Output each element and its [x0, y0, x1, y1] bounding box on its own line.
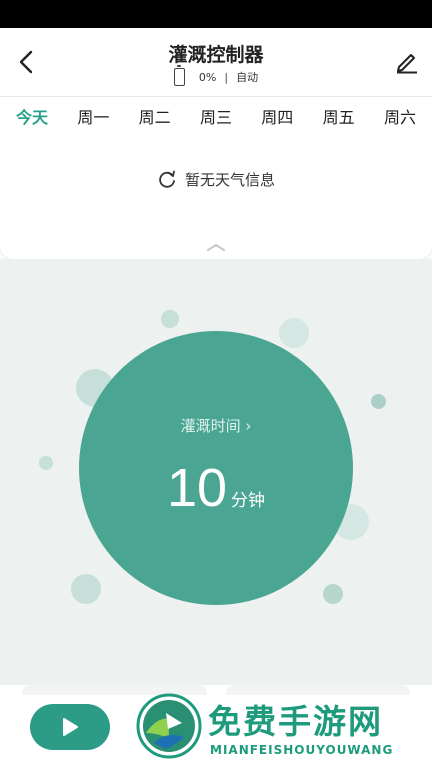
duration-unit: 分钟 — [231, 491, 266, 511]
irrigation-duration: 10 分钟 — [79, 457, 353, 519]
decor-bubble — [161, 310, 179, 328]
mode-label: 自动 — [236, 71, 259, 84]
watermark: 免费手游网 MIANFEISHOUYOUWANG — [136, 693, 426, 763]
weather-card: 暂无天气信息 — [0, 135, 432, 259]
page-title: 灌溉控制器 — [168, 44, 264, 66]
decor-bubble — [39, 456, 53, 470]
start-irrigation-button[interactable] — [30, 704, 110, 750]
pencil-icon — [397, 54, 417, 74]
irrigation-panel: 灌溉时间 › 10 分钟 — [0, 259, 432, 685]
battery-icon — [173, 65, 185, 86]
top-nav-bar: 灌溉控制器 0% | 自动 — [0, 28, 432, 96]
decor-bubble — [371, 394, 386, 409]
edit-button[interactable] — [394, 48, 420, 74]
status-separator: | — [224, 70, 229, 84]
tab-thursday[interactable]: 周四 — [257, 104, 297, 128]
decor-bubble — [323, 584, 343, 604]
chevron-up-icon[interactable] — [205, 241, 227, 253]
play-icon — [63, 718, 78, 736]
tab-monday[interactable]: 周一 — [73, 104, 113, 128]
battery-level: 0% — [198, 70, 217, 84]
device-status: 0% | 自动 — [0, 65, 432, 86]
watermark-logo-icon — [136, 693, 202, 759]
irrigation-time-link[interactable]: 灌溉时间 › — [79, 415, 353, 436]
irrigation-time-label: 灌溉时间 — [180, 417, 241, 435]
tab-friday[interactable]: 周五 — [319, 104, 359, 128]
decor-bubble — [71, 574, 101, 604]
decor-bubble — [279, 318, 309, 348]
weather-message: 暂无天气信息 — [184, 171, 275, 189]
tab-today[interactable]: 今天 — [12, 104, 52, 128]
tab-tuesday[interactable]: 周二 — [135, 104, 175, 128]
status-bar — [0, 0, 432, 28]
refresh-icon[interactable] — [157, 170, 177, 190]
duration-value: 10 — [166, 458, 228, 518]
chevron-right-icon: › — [245, 417, 252, 435]
watermark-subtitle: MIANFEISHOUYOUWANG — [210, 743, 394, 757]
day-tabs: 今天 周一 周二 周三 周四 周五 周六 — [0, 97, 432, 135]
tab-saturday[interactable]: 周六 — [380, 104, 420, 128]
tab-wednesday[interactable]: 周三 — [196, 104, 236, 128]
watermark-title: 免费手游网 — [208, 702, 383, 741]
weather-info[interactable]: 暂无天气信息 — [0, 169, 432, 190]
irrigation-dial[interactable]: 灌溉时间 › 10 分钟 — [79, 331, 353, 605]
